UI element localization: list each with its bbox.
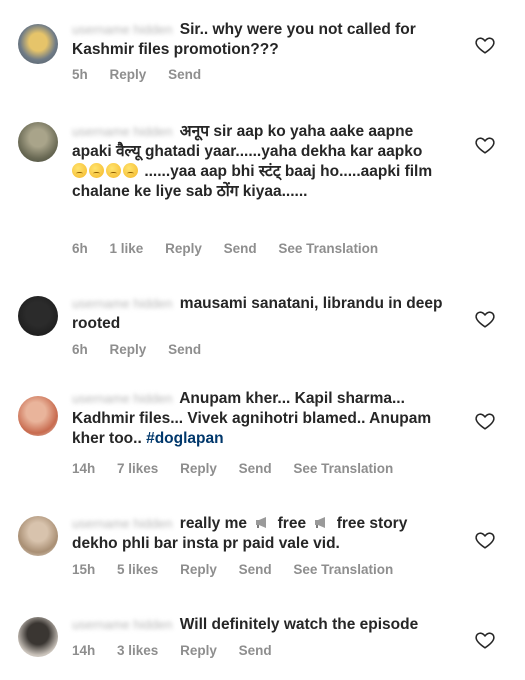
reply-button[interactable]: Reply: [180, 461, 217, 476]
comment-time: 5h: [72, 67, 88, 82]
username[interactable]: username hidden: [72, 389, 172, 409]
send-button[interactable]: Send: [239, 562, 272, 577]
username[interactable]: username hidden: [72, 514, 172, 534]
reply-button[interactable]: Reply: [110, 342, 147, 357]
heart-outline-icon[interactable]: [474, 308, 496, 330]
send-button[interactable]: Send: [239, 643, 272, 658]
likes-count[interactable]: 3 likes: [117, 643, 158, 658]
username[interactable]: username hidden: [72, 294, 172, 314]
avatar[interactable]: [18, 396, 58, 436]
send-button[interactable]: Send: [168, 342, 201, 357]
username[interactable]: username hidden: [72, 122, 172, 142]
see-translation-button[interactable]: See Translation: [293, 461, 393, 476]
avatar[interactable]: [18, 617, 58, 657]
comment-text: really me: [179, 515, 247, 532]
heart-outline-icon[interactable]: [474, 410, 496, 432]
heart-outline-icon[interactable]: [474, 34, 496, 56]
see-translation-button[interactable]: See Translation: [293, 562, 393, 577]
avatar[interactable]: [18, 296, 58, 336]
heart-outline-icon[interactable]: [474, 529, 496, 551]
avatar[interactable]: [18, 122, 58, 162]
likes-count[interactable]: 5 likes: [117, 562, 158, 577]
reply-button[interactable]: Reply: [165, 241, 202, 256]
heart-outline-icon[interactable]: [474, 629, 496, 651]
comment-time: 6h: [72, 342, 88, 357]
reply-button[interactable]: Reply: [180, 562, 217, 577]
see-translation-button[interactable]: See Translation: [278, 241, 378, 256]
megaphone-emoji: [256, 517, 267, 528]
reply-button[interactable]: Reply: [180, 643, 217, 658]
megaphone-emoji: [315, 517, 326, 528]
send-button[interactable]: Send: [224, 241, 257, 256]
avatar[interactable]: [18, 516, 58, 556]
comment-time: 14h: [72, 643, 96, 658]
likes-count[interactable]: 1 like: [110, 241, 144, 256]
username[interactable]: username hidden: [72, 615, 172, 635]
hashtag-link[interactable]: #doglapan: [146, 430, 224, 447]
comment-time: 14h: [72, 461, 96, 476]
username[interactable]: username hidden: [72, 20, 172, 40]
reply-button[interactable]: Reply: [110, 67, 147, 82]
comment-time: 6h: [72, 241, 88, 256]
send-button[interactable]: Send: [239, 461, 272, 476]
crying-face-emoji: [72, 163, 140, 180]
likes-count[interactable]: 7 likes: [117, 461, 158, 476]
comment-text: Will definitely watch the episode: [179, 616, 419, 633]
avatar[interactable]: [18, 24, 58, 64]
comment-text: free: [277, 515, 307, 532]
comment-time: 15h: [72, 562, 96, 577]
heart-outline-icon[interactable]: [474, 134, 496, 156]
send-button[interactable]: Send: [168, 67, 201, 82]
